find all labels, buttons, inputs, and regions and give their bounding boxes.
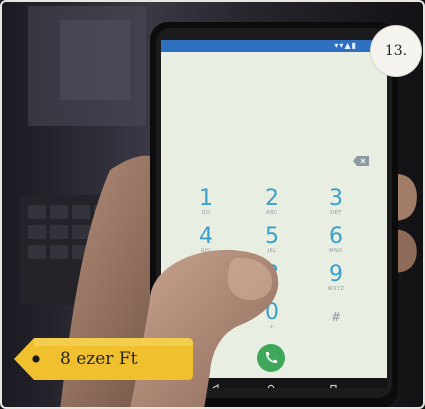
dial-key-digit: 8	[265, 262, 279, 287]
call-button[interactable]	[257, 344, 285, 372]
dial-key-letters: +	[269, 324, 275, 330]
dial-key-1[interactable]: 1 QO	[181, 186, 231, 217]
dial-key-digit: #	[330, 310, 342, 324]
dial-key-letters: TUV	[266, 286, 278, 292]
dial-key-8[interactable]: 8 TUV	[247, 262, 297, 293]
dial-key-6[interactable]: 6 MNO	[311, 224, 361, 255]
dial-key-7[interactable]: 7 PQRS	[181, 262, 231, 293]
dial-key-letters: PQRS	[198, 286, 214, 292]
dial-key-digit: 0	[265, 300, 279, 325]
home-icon[interactable]	[267, 384, 275, 388]
nav-bar-icons	[211, 384, 337, 389]
dial-key-digit: 2	[265, 186, 279, 211]
dial-key-digit: 6	[329, 224, 343, 249]
dial-key-letters: MNO	[329, 248, 343, 254]
dial-key-digit: 7	[199, 262, 213, 287]
dial-key-digit: 1	[199, 186, 213, 211]
dial-key-digit: 9	[329, 262, 343, 287]
phone-screen: ▾▾▲▮ 1 QO 2 ABC 3 DEF 4 GHI 5 JKL 6 MNO …	[161, 40, 387, 388]
dial-key-letters: WXYZ	[327, 286, 345, 292]
status-bar: ▾▾▲▮	[161, 40, 387, 52]
tag-hole	[32, 355, 40, 363]
dial-key-digit: 3	[329, 186, 343, 211]
dial-key-digit: 4	[199, 224, 213, 249]
dial-key-letters: JKL	[267, 248, 277, 254]
dial-key-9[interactable]: 9 WXYZ	[311, 262, 361, 293]
backspace-icon[interactable]	[353, 156, 369, 166]
number-badge: 13.	[371, 26, 421, 76]
dial-key-letters: ABC	[266, 210, 278, 216]
dial-key-digit: 5	[265, 224, 279, 249]
nav-bar	[161, 378, 387, 388]
dial-key-letters: QO	[201, 210, 211, 216]
badge-number: 13.	[384, 43, 408, 59]
phone-icon	[266, 352, 277, 363]
back-icon[interactable]	[211, 384, 219, 388]
dial-key-0[interactable]: 0 +	[247, 300, 297, 331]
recents-icon[interactable]	[330, 384, 337, 389]
dial-key-2[interactable]: 2 ABC	[247, 186, 297, 217]
dial-key-letters: GHI	[200, 248, 212, 254]
price-label: 8 ezer Ft	[60, 349, 138, 369]
status-icons: ▾▾▲▮	[334, 41, 357, 50]
dial-key-3[interactable]: 3 DEF	[311, 186, 361, 217]
dial-key-4[interactable]: 4 GHI	[181, 224, 231, 255]
dial-key-hash[interactable]: #	[311, 306, 361, 328]
photo: ▾▾▲▮ 1 QO 2 ABC 3 DEF 4 GHI 5 JKL 6 MNO …	[0, 0, 425, 409]
dial-key-5[interactable]: 5 JKL	[247, 224, 297, 255]
dial-key-letters: DEF	[330, 210, 342, 216]
